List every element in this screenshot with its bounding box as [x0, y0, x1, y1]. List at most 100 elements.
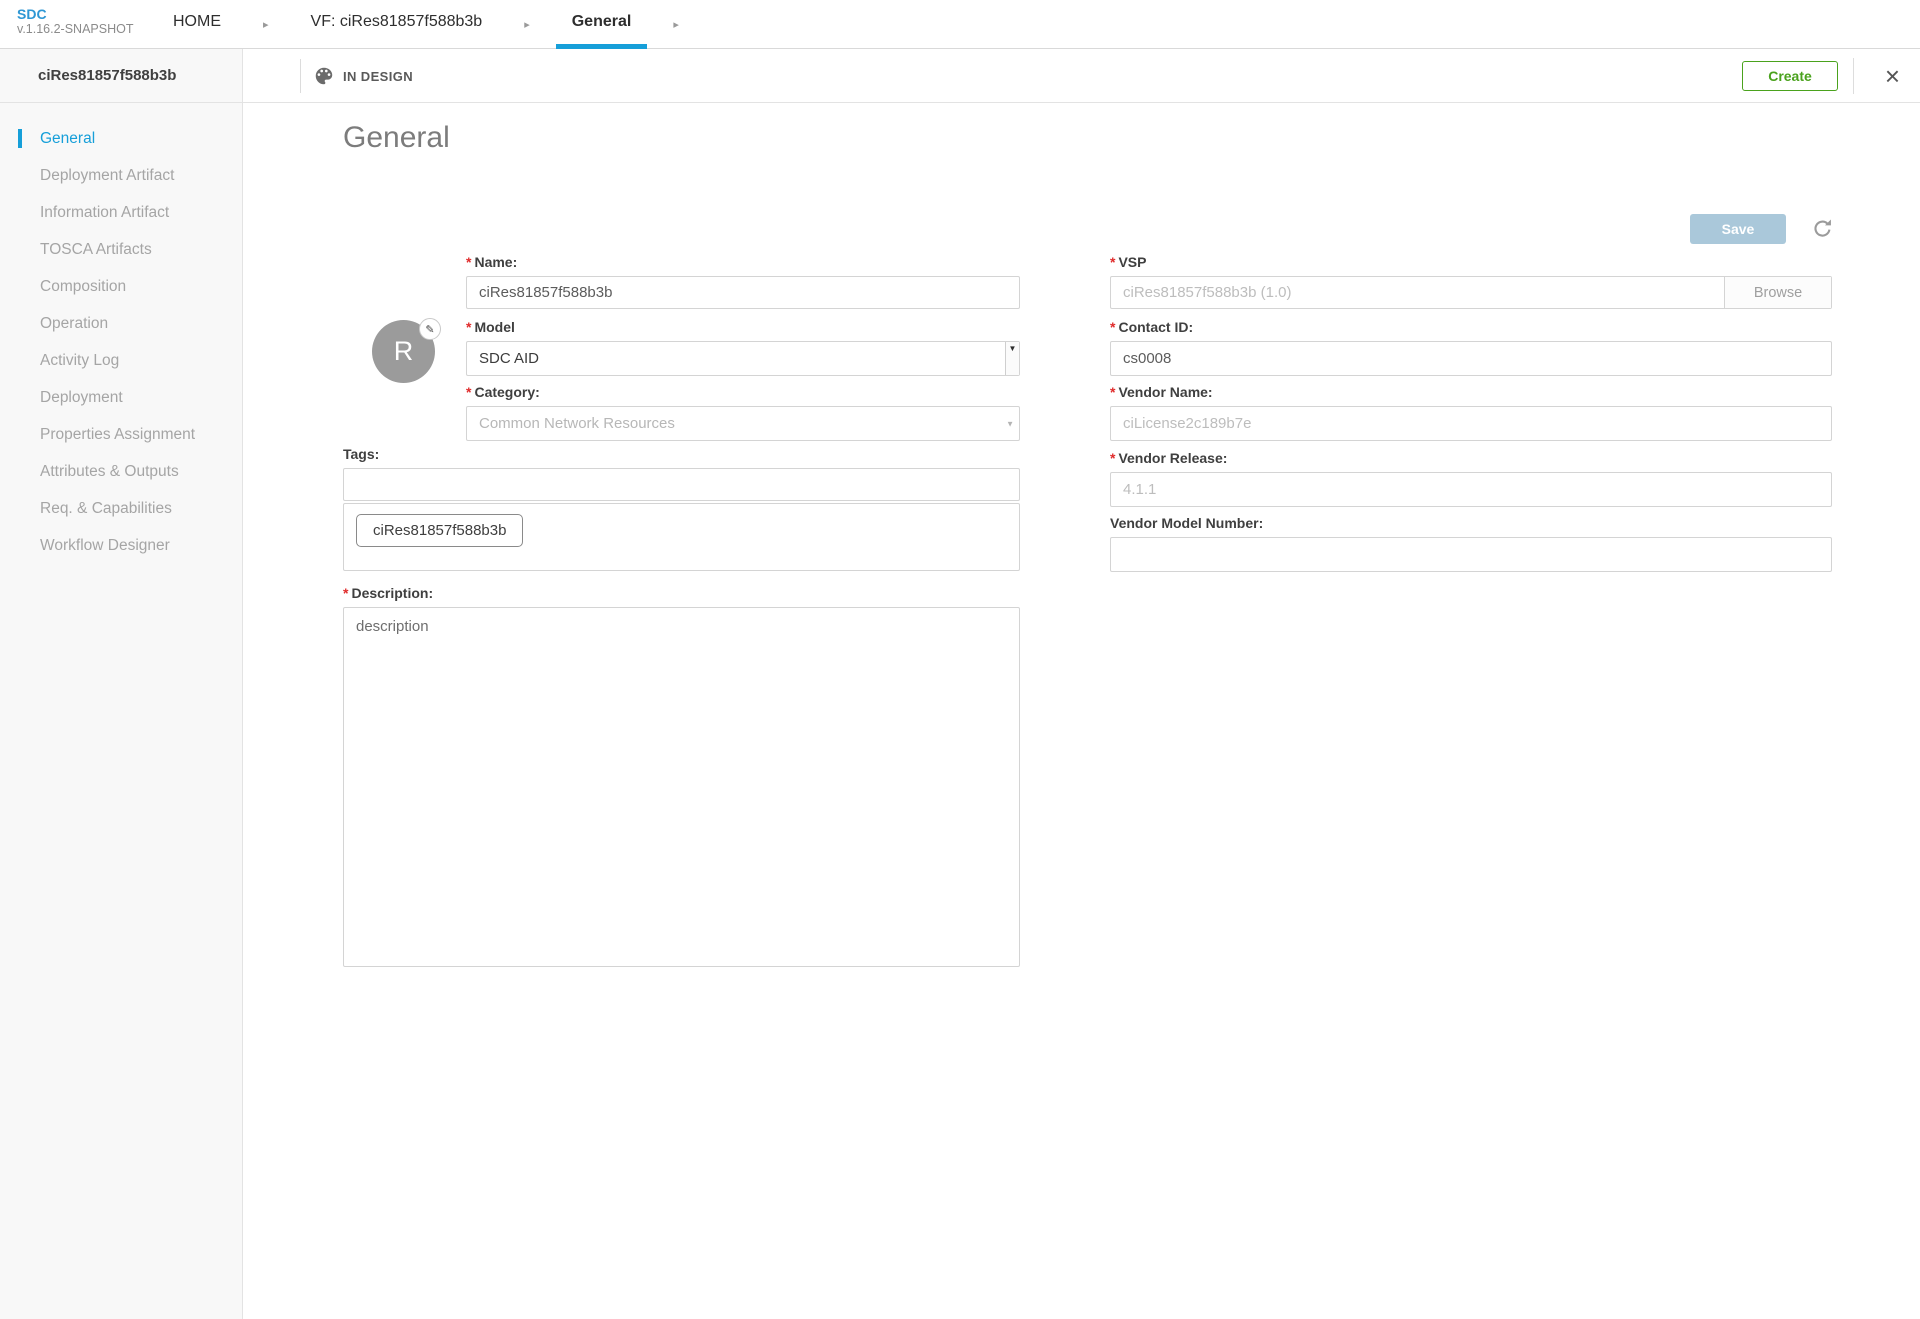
tab-home[interactable]: HOME [157, 0, 237, 49]
resource-title: ciRes81857f588b3b [0, 49, 242, 103]
vsp-label-text: VSP [1118, 254, 1146, 270]
sdc-app-window: SDC v.1.16.2-SNAPSHOT HOME ▸ VF: ciRes81… [0, 0, 1920, 1319]
tab-home-label: HOME [173, 13, 221, 31]
save-button[interactable]: Save [1690, 214, 1786, 244]
avatar: R ✎ [372, 320, 435, 383]
name-field-group: *Name: [466, 254, 1020, 309]
model-label-text: Model [474, 319, 514, 335]
tags-container: ciRes81857f588b3b [343, 503, 1020, 571]
palette-icon [313, 65, 335, 87]
tags-input[interactable] [343, 468, 1020, 501]
sidebar-item-label: Deployment [40, 389, 123, 407]
status-bar: IN DESIGN Create × [243, 49, 1920, 103]
sidebar-item-general[interactable]: General [0, 120, 242, 157]
vendor-release-label: *Vendor Release: [1110, 450, 1832, 466]
description-textarea[interactable]: description [343, 607, 1020, 967]
model-label: *Model [466, 319, 1020, 335]
model-select[interactable]: SDC AID ▼ [466, 341, 1020, 376]
vendor-model-number-label: Vendor Model Number: [1110, 515, 1832, 531]
sidebar-item-label: Information Artifact [40, 204, 169, 222]
top-header: SDC v.1.16.2-SNAPSHOT HOME ▸ VF: ciRes81… [0, 0, 1920, 49]
required-marker: * [466, 254, 471, 270]
sidebar-item-deployment[interactable]: Deployment [0, 379, 242, 416]
description-field-group: *Description: description [343, 585, 1020, 972]
sidebar-item-label: Attributes & Outputs [40, 463, 179, 481]
required-marker: * [343, 585, 348, 601]
sidebar-item-tosca-artifacts[interactable]: TOSCA Artifacts [0, 231, 242, 268]
sidebar-item-composition[interactable]: Composition [0, 268, 242, 305]
sdc-logo[interactable]: SDC v.1.16.2-SNAPSHOT [17, 7, 133, 37]
sidebar-item-label: Req. & Capabilities [40, 500, 172, 518]
tab-general-label: General [572, 13, 632, 31]
general-form-section: General Save R ✎ *Name: *Model SDC AID ▼ [243, 103, 1920, 1319]
required-marker: * [1110, 384, 1115, 400]
category-selected-value: Common Network Resources [479, 415, 675, 432]
sidebar-item-label: Operation [40, 315, 108, 333]
tags-label: Tags: [343, 446, 1020, 462]
sidebar-item-label: Workflow Designer [40, 537, 170, 555]
refresh-icon[interactable] [1811, 217, 1834, 240]
lifecycle-status-badge: IN DESIGN [343, 49, 413, 103]
required-marker: * [1110, 450, 1115, 466]
name-label: *Name: [466, 254, 1020, 270]
sdc-version: v.1.16.2-SNAPSHOT [17, 23, 133, 37]
page-title: General [343, 121, 450, 155]
sidebar-item-information-artifact[interactable]: Information Artifact [0, 194, 242, 231]
sidebar-item-properties-assignment[interactable]: Properties Assignment [0, 416, 242, 453]
vendor-name-label-text: Vendor Name: [1118, 384, 1212, 400]
required-marker: * [1110, 319, 1115, 335]
vsp-label: *VSP [1110, 254, 1832, 270]
category-label: *Category: [466, 384, 1020, 400]
contact-id-label: *Contact ID: [1110, 319, 1832, 335]
sidebar-item-activity-log[interactable]: Activity Log [0, 342, 242, 379]
tags-field-group: Tags: ciRes81857f588b3b [343, 446, 1020, 571]
vsp-input-group: Browse [1110, 276, 1832, 309]
divider [300, 59, 301, 93]
create-button[interactable]: Create [1742, 61, 1838, 91]
sidebar-item-deployment-artifact[interactable]: Deployment Artifact [0, 157, 242, 194]
sidebar-item-operation[interactable]: Operation [0, 305, 242, 342]
tag-chip[interactable]: ciRes81857f588b3b [356, 514, 523, 547]
sidebar-item-attributes-outputs[interactable]: Attributes & Outputs [0, 453, 242, 490]
category-select[interactable]: Common Network Resources ▼ [466, 406, 1020, 441]
vendor-model-number-label-text: Vendor Model Number: [1110, 515, 1263, 531]
divider [1853, 58, 1854, 94]
tab-vf[interactable]: VF: ciRes81857f588b3b [295, 0, 499, 49]
breadcrumb-arrow-icon: ▸ [673, 0, 679, 49]
vendor-release-input [1110, 472, 1832, 507]
vsp-input [1111, 277, 1724, 308]
description-label: *Description: [343, 585, 1020, 601]
sidebar-item-label: TOSCA Artifacts [40, 241, 152, 259]
required-marker: * [1110, 254, 1115, 270]
contact-id-label-text: Contact ID: [1118, 319, 1193, 335]
active-indicator-bar [18, 129, 22, 148]
vsp-field-group: *VSP Browse [1110, 254, 1832, 309]
close-icon[interactable]: × [1885, 49, 1900, 103]
tab-general[interactable]: General [556, 0, 648, 49]
breadcrumb: HOME ▸ VF: ciRes81857f588b3b ▸ General ▸ [157, 0, 705, 49]
category-label-text: Category: [474, 384, 539, 400]
sidebar-item-label: Composition [40, 278, 126, 296]
breadcrumb-arrow-icon: ▸ [524, 0, 530, 49]
tab-vf-label: VF: ciRes81857f588b3b [311, 13, 483, 31]
required-marker: * [466, 319, 471, 335]
required-marker: * [466, 384, 471, 400]
sidebar-item-workflow-designer[interactable]: Workflow Designer [0, 527, 242, 564]
sdc-logo-text: SDC [17, 7, 133, 22]
contact-id-input[interactable] [1110, 341, 1832, 376]
vendor-name-label: *Vendor Name: [1110, 384, 1832, 400]
edit-pencil-icon[interactable]: ✎ [419, 318, 441, 340]
vendor-model-number-field-group: Vendor Model Number: [1110, 515, 1832, 572]
browse-button[interactable]: Browse [1724, 277, 1831, 308]
vendor-release-field-group: *Vendor Release: [1110, 450, 1832, 507]
vendor-name-field-group: *Vendor Name: [1110, 384, 1832, 441]
vendor-model-number-input[interactable] [1110, 537, 1832, 572]
name-input[interactable] [466, 276, 1020, 309]
model-selected-value: SDC AID [479, 350, 539, 367]
chevron-down-icon: ▼ [1006, 419, 1014, 428]
left-panel: ciRes81857f588b3b General Deployment Art… [0, 49, 243, 1319]
vendor-name-input [1110, 406, 1832, 441]
sidebar-item-req-capabilities[interactable]: Req. & Capabilities [0, 490, 242, 527]
model-field-group: *Model SDC AID ▼ [466, 319, 1020, 376]
chevron-down-icon[interactable]: ▼ [1005, 342, 1019, 375]
